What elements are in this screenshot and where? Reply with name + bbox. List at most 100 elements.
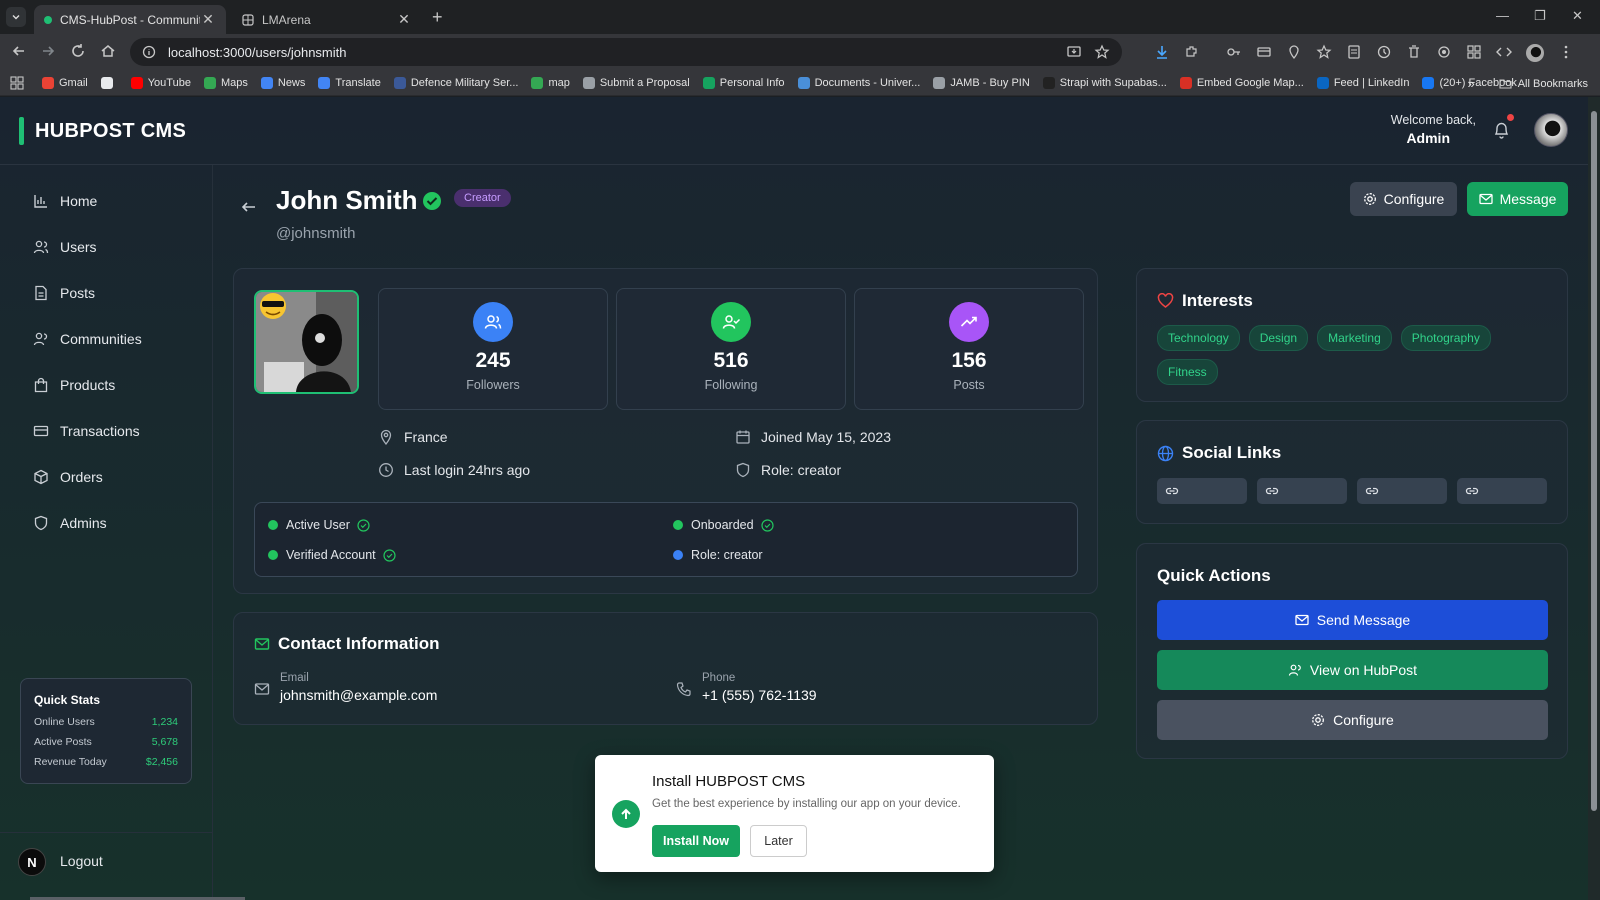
social-link-button[interactable] bbox=[1157, 478, 1247, 504]
send-message-button[interactable]: Send Message bbox=[1157, 600, 1548, 640]
bookmark-item[interactable]: Embed Google Map... bbox=[1179, 76, 1304, 89]
sidebar-item-orders[interactable]: Orders bbox=[33, 469, 103, 485]
status-panel: Active User Onboarded Verified Account R… bbox=[254, 502, 1078, 577]
message-button[interactable]: Message bbox=[1467, 182, 1568, 216]
scrollbar-thumb[interactable] bbox=[1591, 111, 1597, 811]
code-icon[interactable] bbox=[1496, 44, 1512, 60]
bookmark-item[interactable]: News bbox=[260, 76, 305, 89]
install-app-icon[interactable] bbox=[1066, 44, 1082, 60]
new-tab-button[interactable]: + bbox=[432, 7, 443, 28]
bookmark-item[interactable] bbox=[100, 76, 118, 89]
interest-chip[interactable]: Photography bbox=[1400, 325, 1491, 351]
kebab-menu-icon[interactable] bbox=[1558, 44, 1574, 60]
status-verified: Verified Account bbox=[268, 548, 396, 562]
bookmark-item[interactable]: Gmail bbox=[42, 76, 88, 89]
brand-logo[interactable]: HUBPOST CMS bbox=[19, 117, 186, 145]
sidebar-item-admins[interactable]: Admins bbox=[33, 515, 107, 531]
tab-close-icon[interactable]: ✕ bbox=[200, 11, 216, 28]
dev-tools-badge[interactable]: N bbox=[18, 848, 46, 876]
social-link-button[interactable] bbox=[1357, 478, 1447, 504]
posts-stat[interactable]: 156 Posts bbox=[854, 288, 1084, 410]
all-bookmarks-button[interactable]: All Bookmarks bbox=[1518, 78, 1588, 90]
bookmark-item[interactable]: Submit a Proposal bbox=[582, 76, 690, 89]
bookmark-item[interactable]: Strapi with Supabas... bbox=[1042, 76, 1167, 89]
bookmark-item[interactable]: YouTube bbox=[130, 76, 191, 89]
install-now-button[interactable]: Install Now bbox=[652, 825, 740, 857]
view-on-hubpost-button[interactable]: View on HubPost bbox=[1157, 650, 1548, 690]
bookmark-item[interactable]: Translate bbox=[318, 76, 381, 89]
history-icon[interactable] bbox=[1376, 44, 1392, 60]
download-icon[interactable] bbox=[1154, 44, 1170, 60]
bookmark-star-icon[interactable] bbox=[1094, 44, 1110, 60]
forward-arrow-icon[interactable] bbox=[40, 43, 56, 59]
bookmark-favicon-icon bbox=[100, 76, 113, 89]
back-arrow-icon[interactable] bbox=[241, 199, 257, 215]
reading-list-icon[interactable] bbox=[1346, 44, 1362, 60]
browser-tab[interactable]: LMArena ✕ bbox=[232, 5, 422, 34]
sidebar-item-products[interactable]: Products bbox=[33, 377, 115, 393]
logout-button[interactable]: Logout bbox=[60, 853, 103, 869]
social-link-button[interactable] bbox=[1257, 478, 1347, 504]
tab-search-button[interactable] bbox=[6, 7, 26, 27]
header-avatar[interactable] bbox=[1534, 113, 1568, 147]
bookmark-item[interactable]: Feed | LinkedIn bbox=[1316, 76, 1410, 89]
site-info-icon[interactable] bbox=[142, 45, 156, 59]
payment-card-icon[interactable] bbox=[1256, 44, 1272, 60]
apps-grid-icon[interactable] bbox=[1466, 44, 1482, 60]
close-window-icon[interactable]: ✕ bbox=[1572, 8, 1583, 24]
email-value[interactable]: johnsmith@example.com bbox=[280, 687, 437, 703]
bookmark-item[interactable]: Documents - Univer... bbox=[797, 76, 920, 89]
screenshot-icon[interactable] bbox=[1436, 44, 1452, 60]
minimize-icon[interactable]: — bbox=[1496, 8, 1509, 23]
page-scrollbar[interactable] bbox=[1588, 97, 1600, 900]
install-title: Install HUBPOST CMS bbox=[652, 773, 806, 790]
shield-icon bbox=[736, 462, 750, 478]
bookmark-item[interactable]: JAMB - Buy PIN bbox=[933, 76, 1030, 89]
profile-photo-image bbox=[256, 292, 357, 392]
apps-icon[interactable] bbox=[10, 75, 24, 90]
check-circle-icon bbox=[357, 518, 370, 532]
social-link-button[interactable] bbox=[1457, 478, 1547, 504]
calendar-icon bbox=[736, 430, 750, 444]
sidebar-item-posts[interactable]: Posts bbox=[33, 285, 95, 301]
later-button[interactable]: Later bbox=[750, 825, 807, 857]
back-arrow-icon[interactable] bbox=[11, 43, 27, 59]
interest-chip[interactable]: Design bbox=[1248, 325, 1309, 351]
bookmark-item[interactable]: Personal Info bbox=[702, 76, 785, 89]
sidebar-item-users[interactable]: Users bbox=[33, 239, 97, 255]
sidebar-item-label: Products bbox=[60, 377, 116, 393]
notifications-button[interactable] bbox=[1493, 114, 1514, 139]
configure-button[interactable]: Configure bbox=[1350, 182, 1457, 216]
interest-chip[interactable]: Fitness bbox=[1157, 359, 1218, 385]
bookmark-item[interactable]: map bbox=[531, 76, 570, 89]
followers-stat[interactable]: 245 Followers bbox=[378, 288, 608, 410]
reload-icon[interactable] bbox=[70, 43, 86, 59]
following-stat[interactable]: 516 Following bbox=[616, 288, 846, 410]
bookmark-item[interactable]: Defence Military Ser... bbox=[393, 76, 518, 89]
phone-value[interactable]: +1 (555) 762-1139 bbox=[702, 687, 817, 703]
notification-dot bbox=[1507, 114, 1514, 121]
home-icon[interactable] bbox=[100, 43, 116, 59]
bookmark-item[interactable]: Maps bbox=[203, 76, 248, 89]
bookmarks-more-button[interactable]: » bbox=[1467, 76, 1474, 91]
sidebar-item-home[interactable]: Home bbox=[33, 193, 97, 209]
puzzle-extension-icon[interactable] bbox=[1184, 44, 1200, 60]
key-icon[interactable] bbox=[1226, 44, 1242, 60]
sidebar-item-communities[interactable]: Communities bbox=[33, 331, 142, 347]
sidebar-item-transactions[interactable]: Transactions bbox=[33, 423, 140, 439]
browser-tab-active[interactable]: CMS-HubPost - Community Ma ✕ bbox=[34, 5, 226, 34]
interest-chip[interactable]: Marketing bbox=[1317, 325, 1392, 351]
star-outline-icon[interactable] bbox=[1316, 44, 1332, 60]
location-pin-icon[interactable] bbox=[1286, 44, 1302, 60]
address-bar[interactable]: localhost:3000/users/johnsmith bbox=[130, 38, 1122, 66]
restore-icon[interactable]: ❐ bbox=[1534, 8, 1546, 24]
tab-close-icon[interactable]: ✕ bbox=[396, 11, 412, 28]
configure-action-button[interactable]: Configure bbox=[1157, 700, 1548, 740]
user-check-icon bbox=[711, 302, 751, 342]
bookmark-favicon-icon bbox=[260, 76, 273, 89]
interest-chip[interactable]: Technology bbox=[1157, 325, 1240, 351]
profile-avatar-icon[interactable] bbox=[1526, 44, 1544, 62]
bookmark-label: Feed | LinkedIn bbox=[1333, 76, 1410, 89]
trash-icon[interactable] bbox=[1406, 44, 1422, 60]
profile-card: 245 Followers 516 Following 156 Posts Fr… bbox=[233, 268, 1098, 594]
